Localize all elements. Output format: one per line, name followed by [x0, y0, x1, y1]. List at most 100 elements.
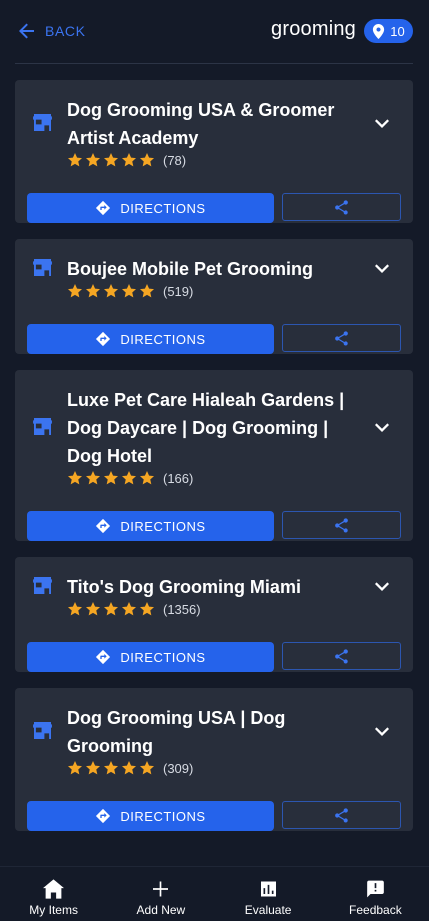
feedback-icon — [367, 880, 384, 898]
listing-name-line: Tito's Dog Grooming Miami — [67, 577, 301, 597]
home-icon — [43, 879, 65, 899]
review-count: (166) — [163, 470, 194, 486]
star-icon — [68, 284, 82, 298]
search-term: grooming — [271, 18, 356, 40]
directions-label: DIRECTIONS — [120, 649, 206, 665]
rating-row: (1356) — [67, 599, 363, 619]
store-icon — [33, 114, 52, 131]
star-icon — [68, 471, 82, 485]
listing-name-line: Dog Daycare | Dog Grooming | — [67, 418, 329, 438]
nav-item-evaluate[interactable]: Evaluate — [215, 867, 322, 921]
bar-chart-icon — [260, 881, 276, 897]
listing-header[interactable]: Boujee Mobile Pet Grooming (519) — [15, 239, 413, 301]
nav-item-add-new[interactable]: Add New — [107, 867, 214, 921]
share-icon — [335, 807, 348, 823]
listing-actions: DIRECTIONS — [27, 642, 401, 672]
store-icon — [33, 722, 52, 739]
store-icon — [33, 259, 52, 276]
directions-button[interactable]: DIRECTIONS — [27, 324, 274, 354]
star-icon — [104, 284, 118, 298]
share-button[interactable] — [282, 801, 401, 829]
star-icon — [86, 471, 100, 485]
result-count-badge[interactable]: 10 — [364, 19, 413, 43]
star-icon — [104, 761, 118, 775]
header-divider — [15, 63, 413, 64]
share-icon — [335, 330, 348, 346]
directions-label: DIRECTIONS — [120, 808, 206, 824]
listing-actions: DIRECTIONS — [27, 324, 401, 354]
top-bar: BACK grooming 10 — [0, 0, 429, 64]
listing-name-line: Luxe Pet Care Hialeah Gardens | — [67, 390, 345, 410]
star-icon — [122, 761, 136, 775]
share-icon — [335, 199, 348, 215]
plus-icon — [153, 881, 169, 897]
star-icon — [68, 602, 82, 616]
chevron-down-icon[interactable] — [375, 726, 389, 736]
directions-icon — [96, 331, 111, 347]
star-rating — [67, 283, 155, 299]
directions-button[interactable]: DIRECTIONS — [27, 642, 274, 672]
star-icon — [140, 761, 154, 775]
directions-label: DIRECTIONS — [120, 331, 206, 347]
star-rating — [67, 470, 155, 486]
star-icon — [122, 153, 136, 167]
star-rating — [67, 601, 155, 617]
listing-name-line: Dog Grooming USA & Groomer — [67, 100, 335, 120]
star-icon — [86, 284, 100, 298]
back-button[interactable]: BACK — [19, 21, 86, 41]
share-icon — [335, 648, 348, 664]
star-icon — [122, 602, 136, 616]
star-icon — [86, 761, 100, 775]
nav-item-feedback[interactable]: Feedback — [322, 867, 429, 921]
listing-header[interactable]: Luxe Pet Care Hialeah Gardens | Dog Dayca… — [15, 370, 413, 488]
nav-label: My Items — [29, 903, 78, 917]
listing-card[interactable]: Luxe Pet Care Hialeah Gardens | Dog Dayca… — [15, 370, 413, 541]
star-icon — [140, 284, 154, 298]
location-pin-icon — [373, 23, 385, 39]
listing-header[interactable]: Dog Grooming USA | Dog Grooming (309) — [15, 688, 413, 778]
listing-card[interactable]: Dog Grooming USA & Groomer Artist Academy… — [15, 80, 413, 223]
chevron-down-icon[interactable] — [375, 581, 389, 591]
rating-row: (519) — [67, 281, 363, 301]
results-list: Dog Grooming USA & Groomer Artist Academy… — [15, 80, 413, 847]
nav-label: Add New — [136, 903, 186, 917]
listing-card[interactable]: Tito's Dog Grooming Miami (1356) DIRECTI… — [15, 557, 413, 672]
directions-icon — [96, 518, 111, 534]
nav-label: Evaluate — [244, 903, 292, 917]
listing-actions: DIRECTIONS — [27, 193, 401, 223]
star-icon — [140, 471, 154, 485]
star-icon — [122, 471, 136, 485]
star-icon — [104, 602, 118, 616]
directions-button[interactable]: DIRECTIONS — [27, 801, 274, 831]
star-icon — [86, 153, 100, 167]
star-icon — [104, 471, 118, 485]
review-count: (309) — [163, 760, 194, 776]
chevron-down-icon[interactable] — [375, 118, 389, 128]
listing-card[interactable]: Boujee Mobile Pet Grooming (519) DIRECTI… — [15, 239, 413, 354]
listing-name-line: Dog Grooming USA | Dog — [67, 708, 286, 728]
nav-item-my-items[interactable]: My Items — [0, 867, 107, 921]
listing-card[interactable]: Dog Grooming USA | Dog Grooming (309) DIR… — [15, 688, 413, 831]
star-icon — [140, 602, 154, 616]
star-icon — [86, 602, 100, 616]
listing-name-line: Grooming — [67, 736, 153, 756]
directions-button[interactable]: DIRECTIONS — [27, 193, 274, 223]
share-button[interactable] — [282, 642, 401, 670]
directions-button[interactable]: DIRECTIONS — [27, 511, 274, 541]
share-button[interactable] — [282, 324, 401, 352]
directions-icon — [96, 808, 111, 824]
chevron-down-icon[interactable] — [375, 263, 389, 273]
rating-row: (166) — [67, 468, 363, 488]
share-button[interactable] — [282, 511, 401, 539]
listing-name-line: Dog Hotel — [67, 446, 152, 466]
listing-header[interactable]: Tito's Dog Grooming Miami (1356) — [15, 557, 413, 619]
listing-header[interactable]: Dog Grooming USA & Groomer Artist Academy… — [15, 80, 413, 170]
review-count: (78) — [163, 152, 187, 168]
chevron-down-icon[interactable] — [375, 422, 389, 432]
rating-row: (309) — [67, 758, 363, 778]
star-icon — [140, 153, 154, 167]
share-button[interactable] — [282, 193, 401, 221]
star-rating — [67, 152, 155, 168]
back-label: BACK — [45, 23, 86, 39]
share-icon — [335, 517, 348, 533]
